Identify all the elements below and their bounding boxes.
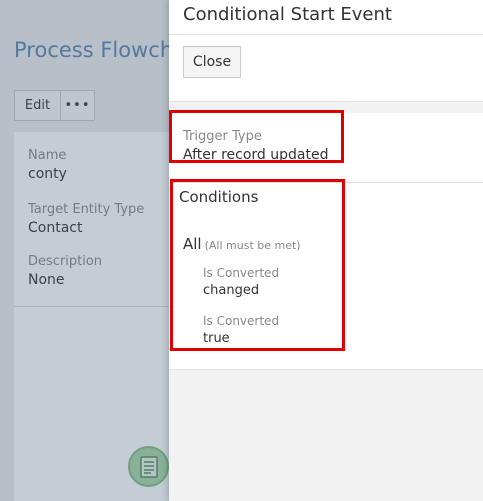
conditions-highlight-box (170, 179, 345, 351)
trigger-type-highlight-box (169, 110, 344, 163)
close-button[interactable]: Close (183, 46, 241, 78)
panel-title: Conditional Start Event (183, 4, 392, 25)
panel-actions: Close (169, 35, 483, 102)
panel-header: Conditional Start Event (169, 0, 483, 35)
